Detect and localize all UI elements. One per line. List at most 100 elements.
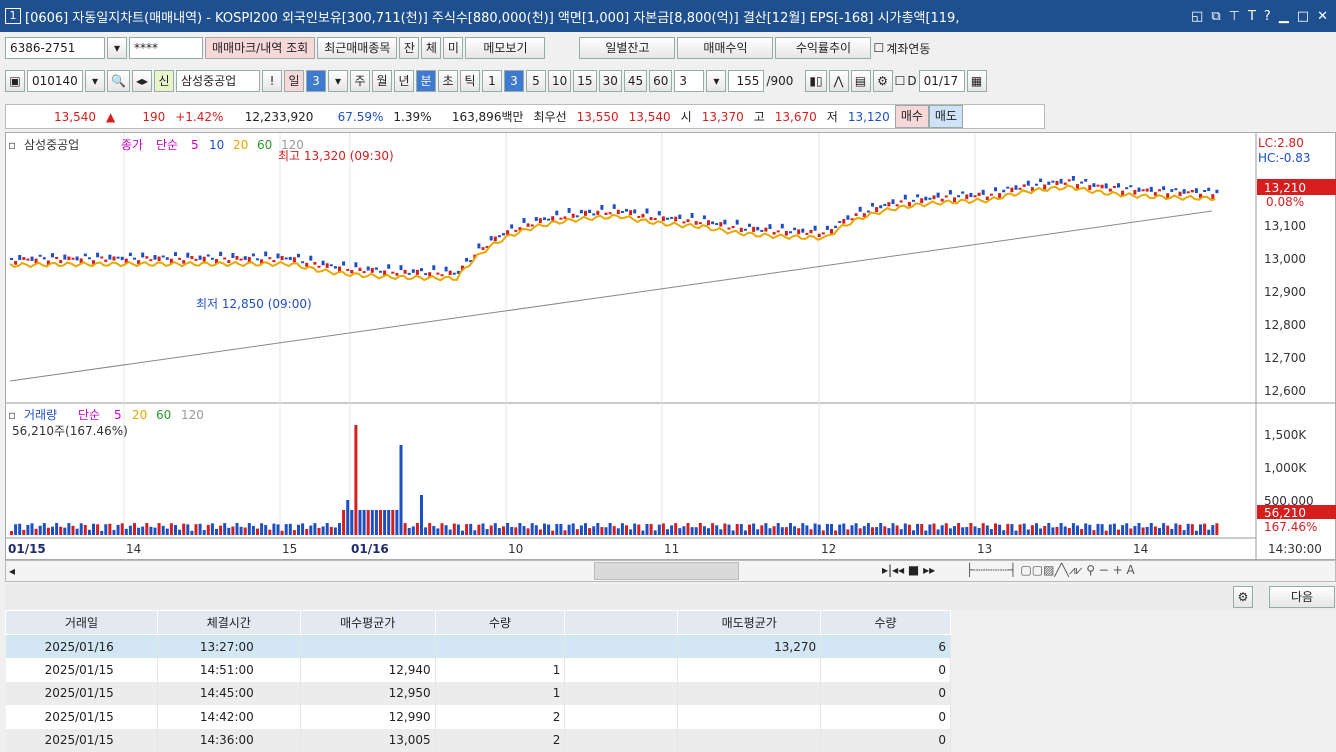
count-input[interactable]: 3 [674,70,704,92]
close-icon[interactable]: ✕ [1317,9,1328,24]
volume-bar [350,510,353,535]
password-input[interactable]: **** [129,37,203,59]
volume-bar [588,528,591,535]
period-13[interactable]: 30 [599,70,622,92]
date-input[interactable]: 01/17 [919,70,965,92]
volume-bar [465,524,468,535]
candle [826,226,829,230]
period-3[interactable]: 월 [372,70,392,92]
period-10[interactable]: 5 [526,70,546,92]
candle [39,255,42,257]
period-4[interactable]: 년 [394,70,414,92]
table-row[interactable]: 2025/01/1514:45:0012,95010 [6,682,951,706]
layout-icon[interactable]: ▣ [5,70,25,92]
x-tick-1: 14 [126,542,141,556]
playback-icons[interactable]: ▸|◂◂ ■ ▸▸ [882,563,935,577]
volume-bar [892,523,895,535]
pin-icon[interactable]: ⊤ [1229,9,1240,24]
tab-filled[interactable]: 체 [421,37,441,59]
period-1[interactable]: 3 [306,70,326,92]
table-row[interactable]: 2025/01/1514:51:0012,94010 [6,658,951,682]
x-time: 14:30:00 [1268,542,1322,556]
sell-button[interactable]: 매도 [929,105,963,128]
period-5[interactable]: 분 [416,70,436,92]
maximize-icon[interactable]: □ [1297,9,1309,24]
count-dropdown-icon[interactable]: ▾ [706,70,726,92]
search-icon[interactable]: 🔍 [107,70,130,92]
tab-balance[interactable]: 잔 [399,37,419,59]
legend-ma-2: 20 [233,138,248,152]
volume-bar [18,524,21,535]
buy-button[interactable]: 매수 [895,105,929,128]
rate-button[interactable]: 수익률추이 [775,37,871,59]
price-chart[interactable]: ▫ 삼성중공업 종가 단순 5 10 20 60 120 최고 13,320 (… [5,132,1336,560]
help-icon[interactable]: ? [1264,9,1271,24]
period-6[interactable]: 초 [438,70,458,92]
period-11[interactable]: 10 [548,70,571,92]
total-input[interactable]: 155 [728,70,764,92]
save-icon[interactable]: ▤ [851,70,871,92]
grid-gear-icon[interactable]: ⚙ [1233,586,1253,608]
period-12[interactable]: 15 [573,70,596,92]
restore-icon[interactable]: ◱ [1191,9,1203,24]
table-row[interactable]: 2025/01/1514:42:0012,99020 [6,705,951,729]
candle [1146,189,1149,192]
memo-button[interactable]: 메모보기 [465,37,545,59]
account-dropdown-icon[interactable]: ▾ [107,37,127,59]
scroll-left-icon[interactable]: ◂ [9,564,15,578]
candle [707,220,710,225]
mark-query-button[interactable]: 매매마크/내역 조회 [205,37,315,59]
warning-icon[interactable]: ! [262,70,282,92]
candle [248,257,251,262]
candle-icon[interactable]: ▮▯ [805,70,826,92]
volume-bar [1179,525,1182,535]
volume-bar [777,523,780,535]
volume-bar [719,529,722,535]
candle [1215,190,1218,193]
daily-balance-button[interactable]: 일별잔고 [579,37,675,59]
tab-unfilled[interactable]: 미 [443,37,463,59]
minimize-icon[interactable]: ▁ [1279,9,1289,24]
candle [892,199,895,204]
code-input[interactable]: 010140 [27,70,83,92]
code-dropdown-icon[interactable]: ▾ [85,70,105,92]
volume-bar [572,523,575,535]
table-cell: 14:36:00 [157,729,300,752]
y-tick-2: 12,900 [1264,285,1306,299]
line-icon[interactable]: ⋀ [829,70,849,92]
account-bar: 6386-2751 ▾ **** 매매마크/내역 조회 최근매매종목 잔 체 미… [0,37,1336,59]
period-15[interactable]: 60 [649,70,672,92]
font-icon[interactable]: T [1248,9,1256,24]
copy-icon[interactable]: ⧉ [1211,9,1220,24]
period-2[interactable]: 주 [350,70,370,92]
table-row[interactable]: 2025/01/1514:36:0013,00520 [6,729,951,752]
period-7[interactable]: 틱 [460,70,480,92]
period-9[interactable]: 3 [504,70,524,92]
volume-bar [1187,524,1190,535]
speaker-icon[interactable]: ◂▸ [132,70,152,92]
volume-bar [781,527,784,535]
chart-svg[interactable]: ▫ 삼성중공업 종가 단순 5 10 20 60 120 최고 13,320 (… [6,133,1336,561]
scroll-thumb[interactable] [594,562,739,580]
period-14[interactable]: 45 [624,70,647,92]
candle [14,261,17,265]
period-8[interactable]: 1 [482,70,502,92]
period-0[interactable]: 일 [284,70,304,92]
candle [252,253,255,256]
date-checkbox[interactable]: ☐ [895,74,906,88]
recent-button[interactable]: 최근매매종목 [317,37,397,59]
drawing-tools-icon[interactable]: ├┄┄┄┄┄┤ ▢▢▨╱╲⩘⩗ ⚲ − + A [966,563,1135,578]
vol-last-pct: 167.46% [1264,520,1317,534]
period-dropdown-icon[interactable]: ▾ [328,70,348,92]
candle [338,267,341,272]
calendar-icon[interactable]: ▦ [967,70,987,92]
next-button[interactable]: 다음 [1269,586,1335,608]
profit-button[interactable]: 매매수익 [677,37,773,59]
gear-icon[interactable]: ⚙ [873,70,893,92]
table-row[interactable]: 2025/01/1613:27:0013,2706 [6,635,951,659]
chart-scrollbar[interactable]: ◂ ▸|◂◂ ■ ▸▸ ├┄┄┄┄┄┤ ▢▢▨╱╲⩘⩗ ⚲ − + A [5,560,1336,582]
link-checkbox[interactable]: ☐ [873,41,884,55]
account-input[interactable]: 6386-2751 [5,37,105,59]
table-cell: 12,940 [300,658,435,682]
volume-bars [10,425,1218,535]
